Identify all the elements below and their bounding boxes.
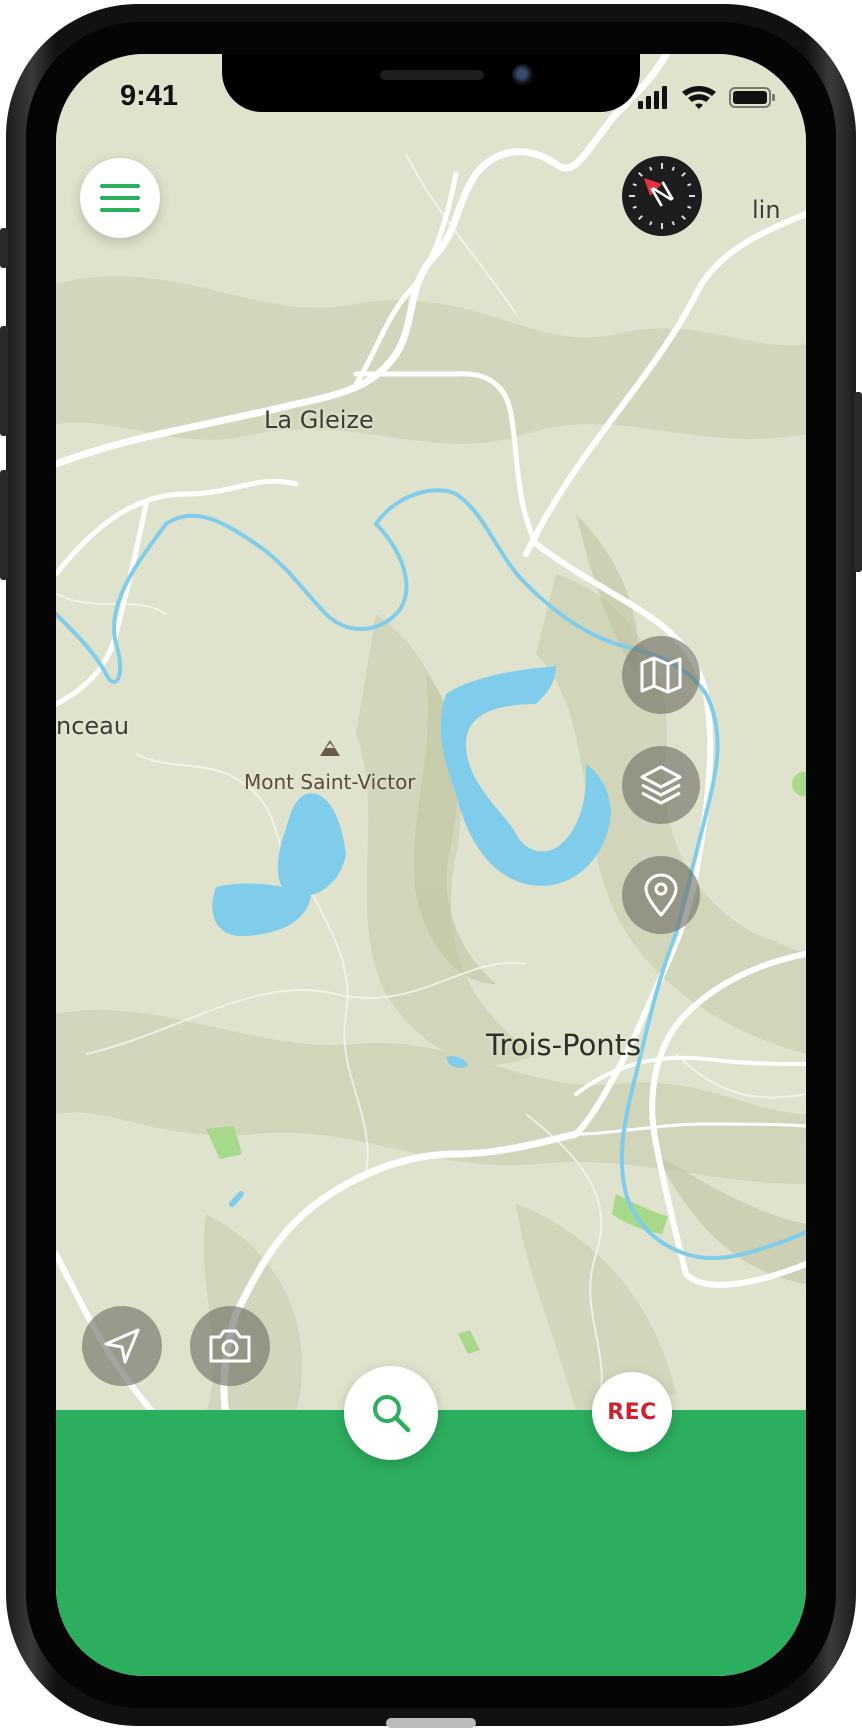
map-style-button[interactable] bbox=[622, 636, 700, 714]
side-button-volume-down bbox=[0, 470, 8, 580]
bottom-bar bbox=[56, 1410, 806, 1676]
home-indicator bbox=[386, 1718, 476, 1728]
side-button-silent bbox=[0, 228, 8, 268]
compass-button[interactable]: N bbox=[622, 156, 702, 236]
search-icon bbox=[373, 1395, 411, 1433]
status-icons bbox=[638, 86, 775, 109]
camera-button[interactable] bbox=[190, 1306, 270, 1386]
wifi-icon bbox=[682, 86, 716, 109]
signal-icon bbox=[638, 86, 667, 109]
navigation-arrow-icon bbox=[104, 1328, 140, 1364]
app-screen: La Gleize Mont Saint-Victor nceau Trois-… bbox=[56, 54, 806, 1676]
record-button[interactable]: REC bbox=[592, 1372, 672, 1452]
search-button[interactable] bbox=[344, 1366, 438, 1460]
status-time: 9:41 bbox=[120, 80, 179, 112]
side-button-volume-up bbox=[0, 326, 8, 436]
map-label-la-gleize: La Gleize bbox=[264, 406, 374, 434]
layers-button[interactable] bbox=[622, 746, 700, 824]
map-label-mont-saint-victor: Mont Saint-Victor bbox=[244, 770, 416, 794]
speaker-grille bbox=[380, 70, 484, 80]
camera-icon bbox=[209, 1329, 251, 1363]
side-button-power bbox=[854, 392, 862, 572]
layers-icon bbox=[640, 765, 682, 805]
record-label: REC bbox=[607, 1399, 657, 1425]
hamburger-icon bbox=[100, 184, 140, 212]
pin-icon bbox=[644, 873, 678, 917]
front-camera bbox=[512, 64, 534, 86]
battery-icon bbox=[729, 87, 775, 108]
poi-button[interactable] bbox=[622, 856, 700, 934]
map-label-trois-ponts: Trois-Ponts bbox=[486, 1028, 642, 1062]
menu-button[interactable] bbox=[80, 158, 160, 238]
map-label-town-top-right: lin bbox=[752, 196, 781, 224]
map-label-town-left: nceau bbox=[56, 712, 130, 740]
map-icon bbox=[640, 656, 682, 694]
locate-me-button[interactable] bbox=[82, 1306, 162, 1386]
device-notch bbox=[222, 54, 640, 112]
